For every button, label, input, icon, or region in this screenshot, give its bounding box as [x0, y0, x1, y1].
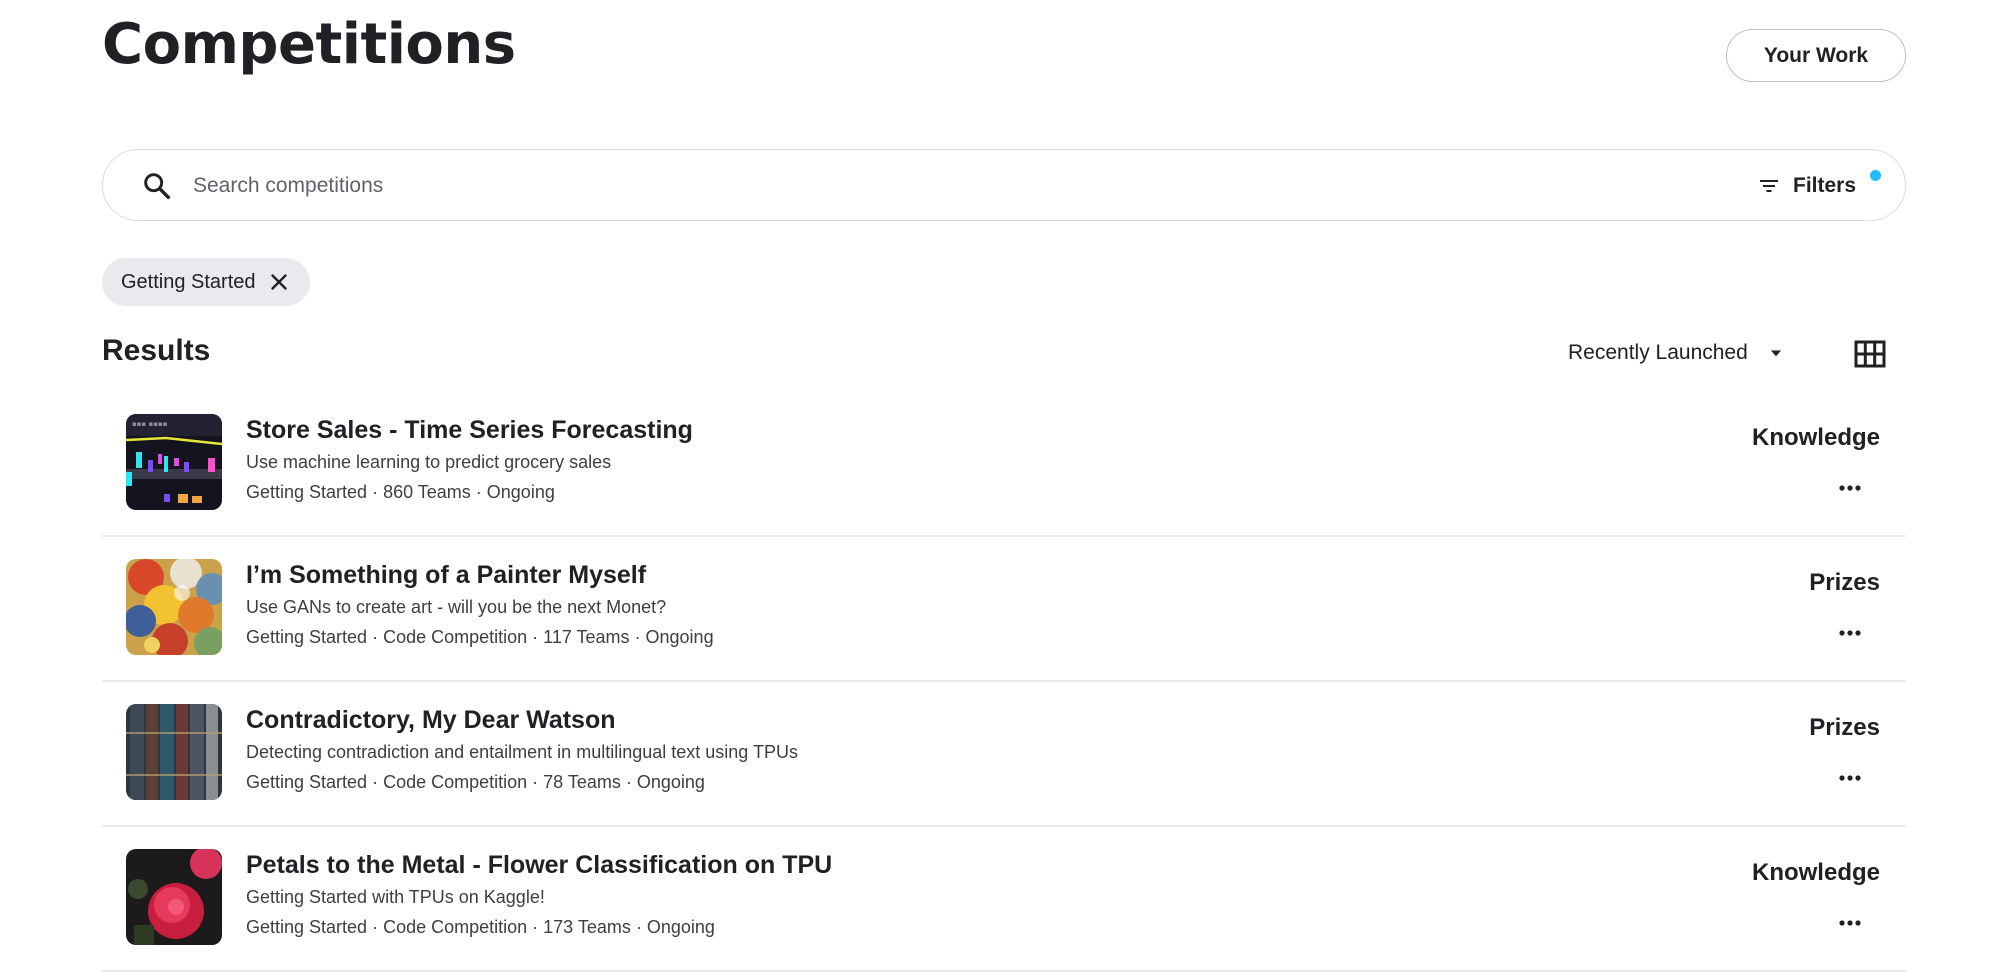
competition-row[interactable]: I’m Something of a Painter Myself Use GA…	[102, 537, 1906, 682]
competition-meta: Getting Started · Code Competition · 117…	[246, 627, 714, 647]
competition-title[interactable]: Contradictory, My Dear Watson	[246, 706, 616, 735]
competition-description: Use GANs to create art - will you be the…	[246, 597, 667, 617]
competition-thumbnail	[126, 704, 222, 800]
results-heading: Results	[102, 334, 211, 367]
more-horizontal-icon	[1839, 775, 1861, 781]
competition-thumbnail	[126, 849, 222, 945]
more-horizontal-icon	[1839, 485, 1861, 491]
grid-view-icon[interactable]	[1854, 340, 1886, 368]
competition-description: Detecting contradiction and entailment i…	[246, 742, 798, 762]
competition-title[interactable]: I’m Something of a Painter Myself	[246, 561, 646, 590]
more-options-button[interactable]	[1834, 621, 1866, 645]
close-icon[interactable]	[266, 269, 292, 295]
filters-active-indicator	[1870, 170, 1881, 181]
search-icon	[144, 173, 171, 200]
competition-description: Getting Started with TPUs on Kaggle!	[246, 887, 545, 907]
caret-down-icon	[1770, 350, 1781, 357]
competition-thumbnail	[126, 559, 222, 655]
filters-label: Filters	[1793, 174, 1857, 197]
competition-reward: Prizes	[1809, 569, 1880, 596]
more-options-button[interactable]	[1834, 766, 1866, 790]
competition-row[interactable]: Contradictory, My Dear Watson Detecting …	[102, 682, 1906, 827]
competition-title[interactable]: Store Sales - Time Series Forecasting	[246, 416, 693, 445]
competition-meta: Getting Started · 860 Teams · Ongoing	[246, 482, 555, 502]
filter-icon	[1760, 180, 1778, 192]
search-bar: Filters	[102, 149, 1906, 221]
competition-row[interactable]: Petals to the Metal - Flower Classificat…	[102, 827, 1906, 972]
sort-label: Recently Launched	[1568, 341, 1748, 364]
competition-thumbnail: ▪▪▪ ▪▪▪▪	[126, 414, 222, 510]
your-work-button[interactable]: Your Work	[1726, 29, 1906, 82]
more-options-button[interactable]	[1834, 911, 1866, 935]
filter-chip-getting-started: Getting Started	[102, 258, 310, 306]
more-horizontal-icon	[1839, 630, 1861, 636]
competition-list: ▪▪▪ ▪▪▪▪ Store Sales - Time Series Forec…	[102, 392, 1906, 972]
page-title: Competitions	[102, 12, 516, 77]
competition-description: Use machine learning to predict grocery …	[246, 452, 612, 472]
competitions-page: Competitions Your Work Filters Getting S…	[0, 0, 2013, 973]
svg-text:▪▪▪ ▪▪▪▪: ▪▪▪ ▪▪▪▪	[132, 420, 168, 428]
competition-meta: Getting Started · Code Competition · 173…	[246, 917, 715, 937]
more-options-button[interactable]	[1834, 476, 1866, 500]
competition-meta: Getting Started · Code Competition · 78 …	[246, 772, 705, 792]
competition-reward: Knowledge	[1751, 424, 1880, 451]
more-horizontal-icon	[1839, 920, 1861, 926]
competition-reward: Knowledge	[1751, 859, 1880, 886]
sort-dropdown[interactable]: Recently Launched	[1568, 338, 1786, 368]
filter-chip-label: Getting Started	[121, 270, 256, 293]
competition-row[interactable]: ▪▪▪ ▪▪▪▪ Store Sales - Time Series Forec…	[102, 392, 1906, 537]
search-input[interactable]	[193, 166, 1493, 206]
filters-button[interactable]: Filters	[1757, 168, 1856, 204]
competition-reward: Prizes	[1809, 714, 1880, 741]
competition-title[interactable]: Petals to the Metal - Flower Classificat…	[246, 851, 832, 880]
